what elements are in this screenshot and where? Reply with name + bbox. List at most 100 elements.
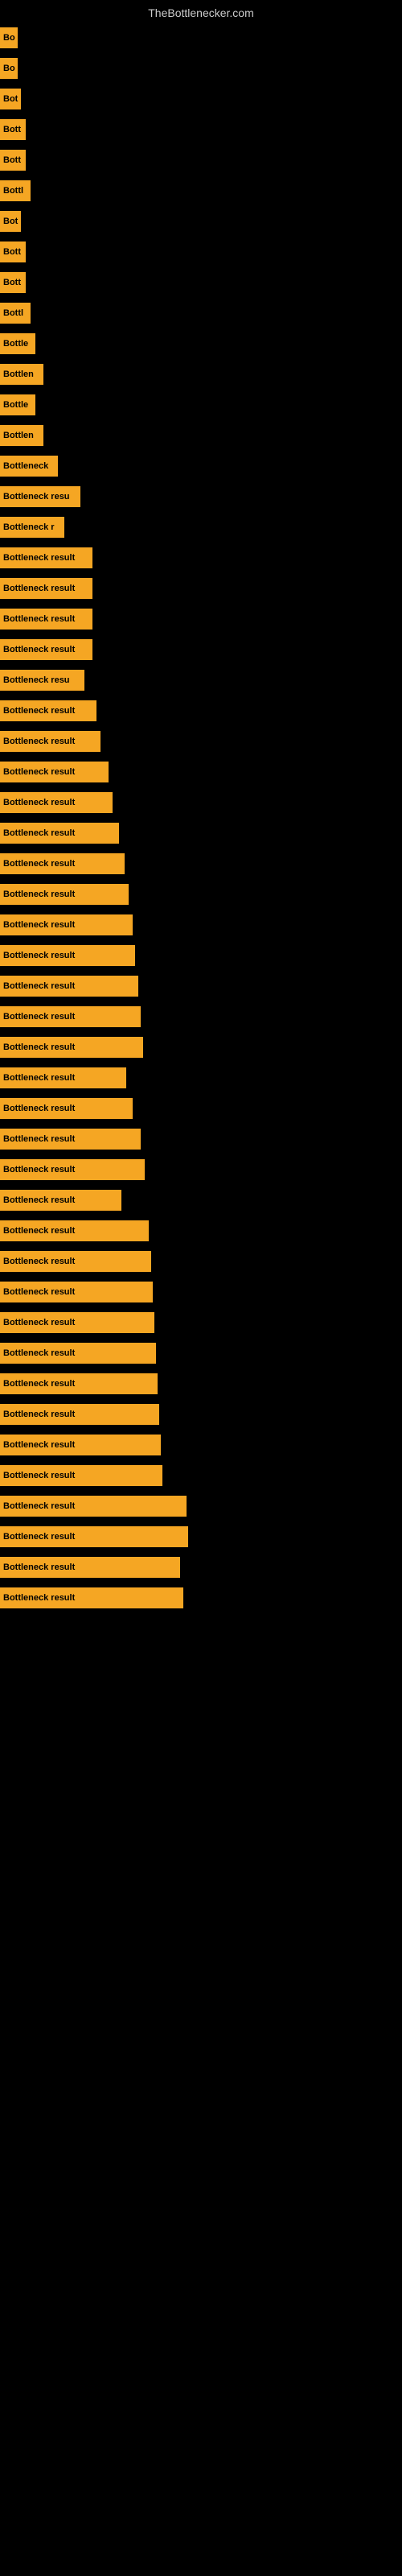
bar-row: Bottleneck result	[0, 573, 402, 604]
result-bar: Bottleneck result	[0, 1067, 126, 1088]
bar-label: Bottleneck result	[3, 1195, 75, 1205]
bar-row: Bottleneck result	[0, 1001, 402, 1032]
result-bar: Bottleneck result	[0, 1343, 156, 1364]
site-title: TheBottlenecker.com	[0, 0, 402, 23]
bar-label: Bottleneck result	[3, 859, 75, 869]
bar-row: Bottleneck result	[0, 1277, 402, 1307]
bar-label: Bottleneck result	[3, 706, 75, 716]
bar-row: Bottleneck result	[0, 1338, 402, 1368]
bar-row: Bottleneck result	[0, 1124, 402, 1154]
bar-row: Bottl	[0, 175, 402, 206]
bar-row: Bottleneck result	[0, 1216, 402, 1246]
bar-label: Bottleneck result	[3, 1410, 75, 1419]
result-bar: Bottleneck result	[0, 1037, 143, 1058]
bar-label: Bottleneck r	[3, 522, 55, 532]
bar-label: Bottleneck result	[3, 767, 75, 777]
bar-row: Bottleneck result	[0, 1185, 402, 1216]
bar-label: Bottleneck result	[3, 1134, 75, 1144]
bar-row: Bottleneck result	[0, 1460, 402, 1491]
result-bar: Bott	[0, 242, 26, 262]
result-bar: Bo	[0, 27, 18, 48]
bar-label: Bottleneck result	[3, 1348, 75, 1358]
bar-label: Bottleneck result	[3, 920, 75, 930]
result-bar: Bottleneck result	[0, 578, 92, 599]
result-bar: Bottleneck	[0, 456, 58, 477]
result-bar: Bottleneck result	[0, 853, 125, 874]
bar-row: Bottleneck result	[0, 1307, 402, 1338]
result-bar: Bottlen	[0, 425, 43, 446]
bar-label: Bottleneck result	[3, 1379, 75, 1389]
bar-label: Bottleneck result	[3, 1257, 75, 1266]
bar-row: Bottl	[0, 298, 402, 328]
bar-label: Bottleneck result	[3, 951, 75, 960]
bar-label: Bott	[3, 125, 21, 134]
result-bar: Bottleneck result	[0, 1006, 141, 1027]
result-bar: Bottlen	[0, 364, 43, 385]
result-bar: Bottleneck result	[0, 792, 113, 813]
bar-row: Bottleneck result	[0, 971, 402, 1001]
bar-label: Bottleneck	[3, 461, 48, 471]
result-bar: Bottleneck result	[0, 639, 92, 660]
bar-label: Bottlen	[3, 431, 34, 440]
bar-label: Bottleneck result	[3, 584, 75, 593]
result-bar: Bottleneck result	[0, 1129, 141, 1150]
bar-label: Bo	[3, 33, 15, 43]
bar-label: Bottleneck result	[3, 553, 75, 563]
bar-label: Bottleneck result	[3, 1104, 75, 1113]
result-bar: Bottleneck result	[0, 609, 92, 630]
result-bar: Bottleneck result	[0, 1190, 121, 1211]
bar-row: Bottleneck result	[0, 604, 402, 634]
result-bar: Bottleneck result	[0, 1496, 187, 1517]
bar-row: Bottleneck result	[0, 1399, 402, 1430]
bar-row: Bottleneck result	[0, 1246, 402, 1277]
result-bar: Bot	[0, 89, 21, 109]
bar-row: Bottleneck result	[0, 1521, 402, 1552]
result-bar: Bottleneck result	[0, 945, 135, 966]
bar-row: Bottlen	[0, 359, 402, 390]
result-bar: Bottleneck result	[0, 547, 92, 568]
bar-row: Bottleneck result	[0, 848, 402, 879]
result-bar: Bottleneck r	[0, 517, 64, 538]
result-bar: Bo	[0, 58, 18, 79]
bar-label: Bottle	[3, 400, 28, 410]
bar-row: Bottleneck result	[0, 1063, 402, 1093]
bar-row: Bottle	[0, 390, 402, 420]
bar-row: Bottleneck result	[0, 634, 402, 665]
bar-row: Bott	[0, 114, 402, 145]
result-bar: Bottleneck result	[0, 1465, 162, 1486]
bar-label: Bottleneck resu	[3, 675, 70, 685]
bar-row: Bottle	[0, 328, 402, 359]
bar-row: Bottleneck result	[0, 1154, 402, 1185]
bar-label: Bottleneck result	[3, 1073, 75, 1083]
result-bar: Bottleneck result	[0, 1526, 188, 1547]
bar-label: Bott	[3, 155, 21, 165]
bar-row: Bott	[0, 237, 402, 267]
bar-label: Bottlen	[3, 369, 34, 379]
bar-label: Bottleneck result	[3, 1563, 75, 1572]
result-bar: Bottleneck result	[0, 1557, 180, 1578]
bar-row: Bottleneck result	[0, 1430, 402, 1460]
bar-row: Bottleneck result	[0, 818, 402, 848]
bar-label: Bot	[3, 94, 18, 104]
result-bar: Bottl	[0, 180, 31, 201]
result-bar: Bottleneck result	[0, 1282, 153, 1302]
result-bar: Bottleneck result	[0, 1220, 149, 1241]
bar-row: Bott	[0, 145, 402, 175]
bar-row: Bot	[0, 84, 402, 114]
bar-label: Bottleneck result	[3, 981, 75, 991]
bar-label: Bottleneck result	[3, 1440, 75, 1450]
result-bar: Bottleneck resu	[0, 486, 80, 507]
bar-label: Bottleneck result	[3, 1593, 75, 1603]
result-bar: Bottleneck result	[0, 731, 100, 752]
result-bar: Bottleneck result	[0, 1159, 145, 1180]
bar-row: Bottleneck result	[0, 940, 402, 971]
bar-row: Bott	[0, 267, 402, 298]
bar-row: Bottleneck result	[0, 1368, 402, 1399]
result-bar: Bott	[0, 150, 26, 171]
bar-label: Bottleneck result	[3, 737, 75, 746]
bar-label: Bo	[3, 64, 15, 73]
bar-label: Bottleneck result	[3, 798, 75, 807]
bar-row: Bottleneck result	[0, 543, 402, 573]
bars-container: BoBoBotBottBottBottlBotBottBottBottlBott…	[0, 23, 402, 1613]
result-bar: Bottleneck result	[0, 1251, 151, 1272]
